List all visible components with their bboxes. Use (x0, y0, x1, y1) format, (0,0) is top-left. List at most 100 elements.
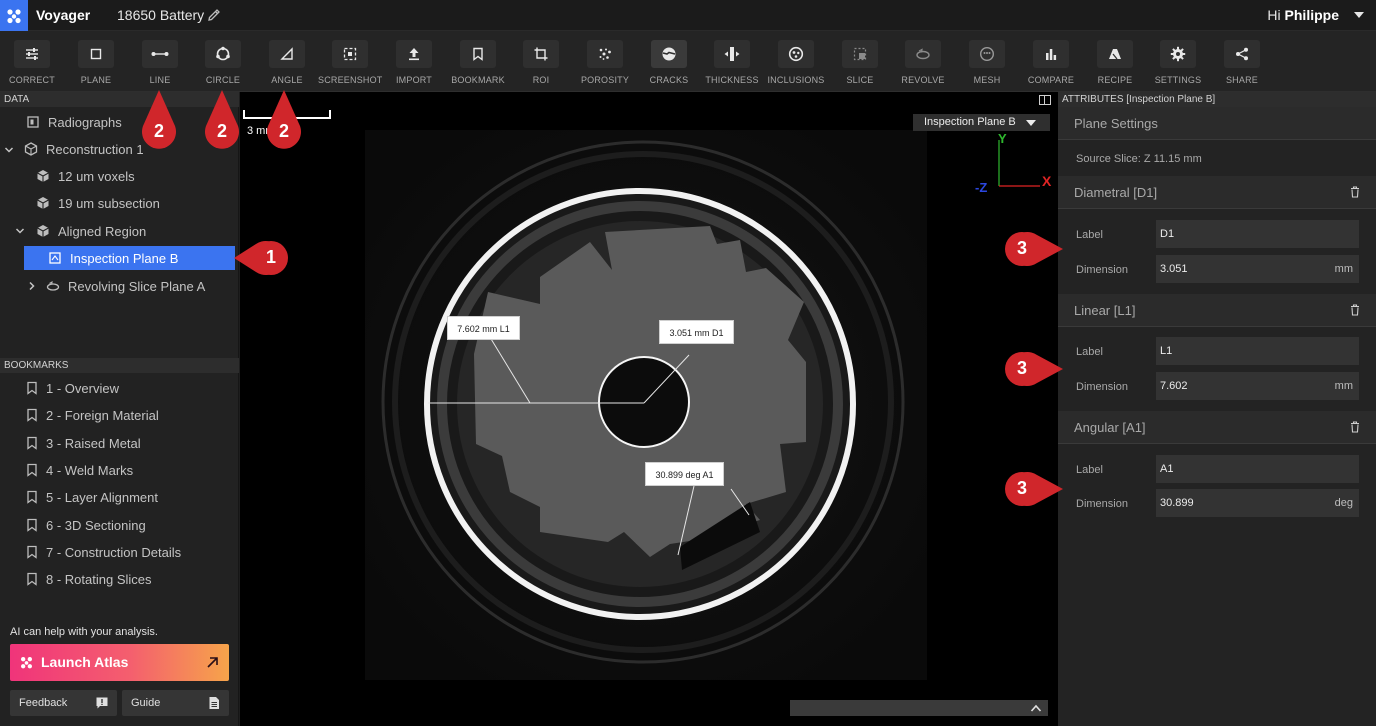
tool-label: CRACKS (649, 75, 689, 85)
measurement-label-angle[interactable]: 30.899 deg A1 (645, 462, 724, 486)
tool-cracks[interactable]: CRACKS (637, 40, 701, 88)
dimension-field-l1[interactable]: 7.602 mm (1156, 372, 1359, 400)
user-greeting[interactable]: Hi Philippe (1267, 7, 1339, 23)
field-value: 7.602 (1160, 380, 1188, 392)
dimension-field-d1[interactable]: 3.051 mm (1156, 255, 1359, 283)
tool-angle[interactable]: ANGLE (255, 40, 319, 88)
chevron-down-icon[interactable] (4, 145, 14, 155)
recipe-icon (1097, 40, 1133, 68)
bookmark-item[interactable]: 7 - Construction Details (26, 541, 181, 563)
tool-compare[interactable]: COMPARE (1019, 40, 1083, 88)
chevron-right-icon[interactable] (27, 281, 37, 291)
label-field-l1[interactable]: L1 (1156, 337, 1359, 365)
bookmark-item[interactable]: 2 - Foreign Material (26, 404, 159, 426)
measurement-group-header[interactable]: Angular [A1] (1058, 411, 1376, 444)
field-value: 30.899 (1160, 497, 1194, 509)
field-value: 3.051 (1160, 263, 1188, 275)
tree-item-inspection-plane-b[interactable]: Inspection Plane B (24, 246, 235, 270)
tree-item-19um-subsection[interactable]: 19 um subsection (36, 191, 236, 215)
attributes-panel: ATTRIBUTES [Inspection Plane B] Plane Se… (1039, 92, 1376, 726)
revolve-icon (46, 279, 60, 293)
bookmark-item[interactable]: 4 - Weld Marks (26, 459, 133, 481)
voyager-logo-icon[interactable] (0, 0, 28, 31)
measurement-label-line[interactable]: 7.602 mm L1 (447, 316, 520, 340)
tool-label: SLICE (846, 75, 874, 85)
delete-trash-icon[interactable] (1350, 421, 1360, 433)
bookmark-label: 2 - Foreign Material (46, 407, 159, 423)
tool-recipe[interactable]: RECIPE (1083, 40, 1147, 88)
delete-trash-icon[interactable] (1350, 186, 1360, 198)
callout-marker-2: 2 (140, 88, 178, 152)
chevron-down-icon[interactable] (15, 226, 25, 236)
upload-icon (396, 40, 432, 68)
tool-label: SCREENSHOT (318, 75, 383, 85)
tool-import[interactable]: IMPORT (382, 40, 446, 88)
tool-screenshot[interactable]: SCREENSHOT (318, 40, 382, 88)
plane-select-dropdown[interactable]: Inspection Plane B (913, 114, 1050, 131)
panel-toggle-icon[interactable] (1039, 95, 1051, 105)
tool-mesh[interactable]: MESH (955, 40, 1019, 88)
compare-chart-icon (1033, 40, 1069, 68)
tree-item-aligned-region[interactable]: Aligned Region (36, 219, 236, 243)
timeline-drawer[interactable] (790, 700, 1048, 716)
tool-line[interactable]: LINE (128, 40, 192, 88)
bookmark-item[interactable]: 6 - 3D Sectioning (26, 514, 146, 536)
label-field-a1[interactable]: A1 (1156, 455, 1359, 483)
app-name: Voyager (36, 7, 91, 23)
dimension-field-a1[interactable]: 30.899 deg (1156, 489, 1359, 517)
tool-share[interactable]: SHARE (1210, 40, 1274, 88)
tool-correct[interactable]: CORRECT (0, 40, 64, 88)
plane-settings-header[interactable]: Plane Settings (1058, 107, 1376, 140)
ct-viewport[interactable]: 7.602 mm L1 3.051 mm D1 30.899 deg A1 3 … (240, 92, 1058, 726)
feedback-button[interactable]: Feedback (10, 690, 117, 716)
bookmark-icon (460, 40, 496, 68)
callout-marker-3: 3 (1003, 351, 1065, 387)
measurement-group-title: Angular [A1] (1074, 420, 1146, 435)
tree-item-label: Inspection Plane B (70, 250, 179, 266)
tool-settings[interactable]: SETTINGS (1146, 40, 1210, 88)
tool-inclusions[interactable]: INCLUSIONS (764, 40, 828, 88)
ct-slice-image[interactable] (240, 92, 1058, 726)
field-value: A1 (1160, 463, 1174, 475)
bookmark-item[interactable]: 3 - Raised Metal (26, 432, 141, 454)
plane-select-value: Inspection Plane B (924, 116, 1016, 128)
label-field-d1[interactable]: D1 (1156, 220, 1359, 248)
launch-atlas-button[interactable]: Launch Atlas (10, 644, 229, 681)
bookmark-item[interactable]: 5 - Layer Alignment (26, 486, 158, 508)
measurement-group-title: Linear [L1] (1074, 303, 1136, 318)
tool-bookmark[interactable]: BOOKMARK (446, 40, 510, 88)
tree-item-revolving-slice-plane-a[interactable]: Revolving Slice Plane A (46, 274, 236, 298)
user-menu-caret-icon[interactable] (1354, 12, 1364, 18)
tool-slice[interactable]: SLICE (828, 40, 892, 88)
unit-label: mm (1334, 380, 1353, 392)
cube-icon (36, 196, 50, 210)
bookmark-item[interactable]: 1 - Overview (26, 377, 119, 399)
tree-item-12um-voxels[interactable]: 12 um voxels (36, 164, 236, 188)
document-icon (209, 697, 219, 709)
ai-prompt-text: AI can help with your analysis. (10, 626, 158, 638)
tool-circle[interactable]: CIRCLE (191, 40, 255, 88)
tool-label: BOOKMARK (451, 75, 505, 85)
callout-number: 2 (216, 121, 227, 141)
tool-plane[interactable]: PLANE (64, 40, 128, 88)
axis-x-label: X (1042, 173, 1052, 189)
tool-label: REVOLVE (901, 75, 945, 85)
chevron-up-icon[interactable] (1030, 703, 1042, 713)
plane-icon (48, 251, 62, 265)
guide-button[interactable]: Guide (122, 690, 229, 716)
feedback-icon (96, 697, 108, 709)
tool-porosity[interactable]: POROSITY (573, 40, 637, 88)
tool-revolve[interactable]: REVOLVE (891, 40, 955, 88)
tool-roi[interactable]: ROI (509, 40, 573, 88)
plane-settings-label: Plane Settings (1074, 116, 1158, 131)
tool-label: POROSITY (580, 75, 630, 85)
measurement-group-header[interactable]: Linear [L1] (1058, 294, 1376, 327)
bookmark-item[interactable]: 8 - Rotating Slices (26, 568, 152, 590)
tool-thickness[interactable]: THICKNESS (700, 40, 764, 88)
delete-trash-icon[interactable] (1350, 304, 1360, 316)
bookmark-icon (27, 463, 37, 477)
measurement-label-circle[interactable]: 3.051 mm D1 (659, 320, 734, 344)
measurement-group-header[interactable]: Diametral [D1] (1058, 176, 1376, 209)
feedback-label: Feedback (19, 697, 68, 709)
edit-pencil-icon[interactable] (206, 7, 222, 23)
